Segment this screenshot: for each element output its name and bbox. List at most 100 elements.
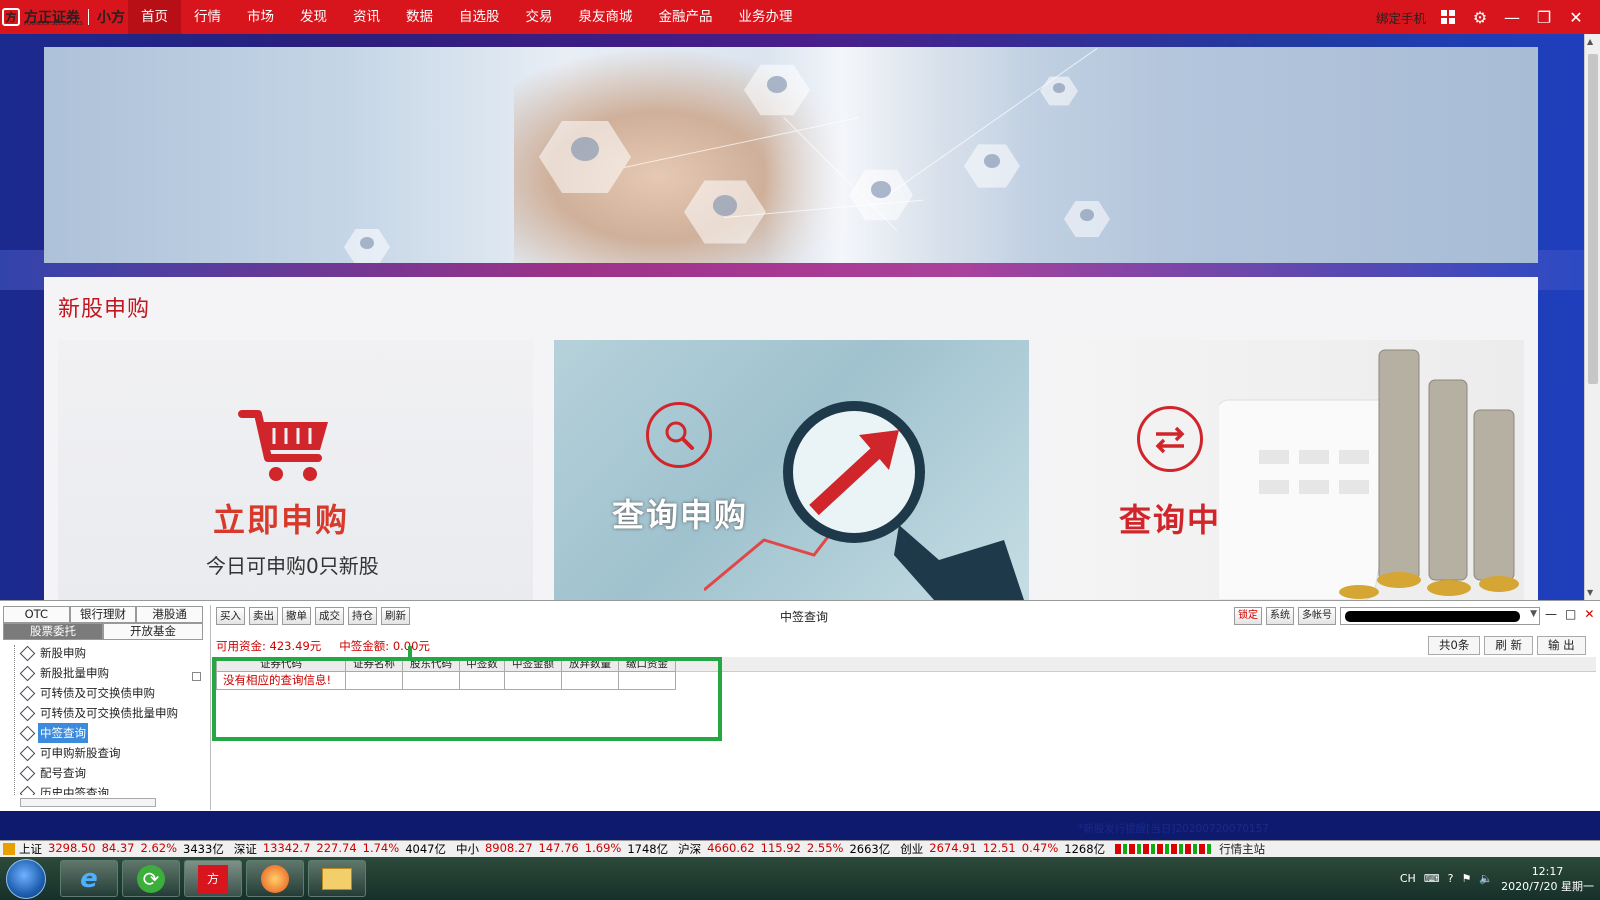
card-query-winning[interactable]: 查询中签 bbox=[1049, 340, 1524, 600]
browser-icon[interactable] bbox=[246, 860, 304, 897]
bind-phone-link[interactable]: 绑定手机 bbox=[1376, 8, 1426, 27]
positions-button[interactable]: 持仓 bbox=[348, 607, 377, 625]
deals-button[interactable]: 成交 bbox=[315, 607, 344, 625]
gear-icon[interactable]: ⚙ bbox=[1470, 7, 1490, 27]
start-button[interactable] bbox=[6, 859, 46, 899]
system-clock[interactable]: 12:17 2020/7/20 星期一 bbox=[1501, 864, 1594, 894]
nav-item-discover[interactable]: 发现 bbox=[287, 0, 340, 34]
cart-icon bbox=[238, 410, 328, 481]
ticker-item[interactable]: 深证 13342.7 227.74 1.74% 4047亿 bbox=[234, 841, 446, 857]
ipo-notice[interactable]: *新股发行提醒[当日]20200720070157 bbox=[1078, 821, 1269, 836]
server-status[interactable]: 行情主站 bbox=[1219, 841, 1265, 857]
clock-date: 2020/7/20 星期一 bbox=[1501, 879, 1594, 893]
tree-item-winning-query[interactable]: 中签查询 bbox=[6, 723, 190, 743]
tab-hk-connect[interactable]: 港股通 bbox=[136, 606, 204, 623]
tab-otc[interactable]: OTC bbox=[3, 606, 70, 623]
vertical-scrollbar[interactable]: ▲ ▼ bbox=[1584, 34, 1600, 600]
scroll-up-icon[interactable]: ▲ bbox=[1587, 37, 1593, 46]
chevron-down-icon[interactable]: ▼ bbox=[1530, 609, 1537, 619]
result-controls: 共0条 刷 新 输 出 bbox=[1428, 636, 1586, 655]
refresh-button[interactable]: 刷 新 bbox=[1484, 636, 1533, 655]
network-node-icon bbox=[344, 229, 390, 263]
nav-item-news[interactable]: 资讯 bbox=[340, 0, 393, 34]
main-nav: 首页 行情 市场 发现 资讯 数据 自选股 交易 泉友商城 金融产品 业务办理 bbox=[128, 0, 806, 34]
card-subscribe-now[interactable]: 立即申购 今日可申购0只新股 bbox=[58, 340, 533, 600]
nav-item-business[interactable]: 业务办理 bbox=[726, 0, 806, 34]
network-node-icon bbox=[1064, 201, 1110, 237]
refresh-app-icon[interactable]: ⟳ bbox=[122, 860, 180, 897]
winning-label: 中签金额: bbox=[339, 639, 390, 653]
multi-account-button[interactable]: 多帐号 bbox=[1298, 607, 1336, 625]
trade-toolbar: 买入 卖出 撤单 成交 持仓 刷新 bbox=[216, 607, 410, 625]
ticker-item[interactable]: 沪深 4660.62 115.92 2.55% 2663亿 bbox=[678, 841, 890, 857]
alert-icon[interactable] bbox=[3, 843, 15, 855]
scroll-thumb[interactable] bbox=[1588, 54, 1598, 384]
ticker-item[interactable]: 中小 8908.27 147.76 1.69% 1748亿 bbox=[456, 841, 668, 857]
tree-item-batch-subscribe[interactable]: 新股批量申购 bbox=[6, 663, 190, 683]
tab-open-fund[interactable]: 开放基金 bbox=[103, 623, 203, 640]
lock-button[interactable]: 锁定 bbox=[1234, 607, 1262, 625]
nav-item-watchlist[interactable]: 自选股 bbox=[446, 0, 513, 34]
nav-item-data[interactable]: 数据 bbox=[393, 0, 446, 34]
nav-item-trade[interactable]: 交易 bbox=[513, 0, 566, 34]
founder-app-icon[interactable]: 方 bbox=[184, 860, 242, 897]
tree-item-ipo-subscribe[interactable]: 新股申购 bbox=[6, 643, 190, 663]
hero-banner bbox=[44, 47, 1538, 263]
minimize-icon[interactable]: — bbox=[1545, 607, 1557, 621]
ticker-item[interactable]: 创业 2674.91 12.51 0.47% 1268亿 bbox=[900, 841, 1105, 857]
sell-button[interactable]: 卖出 bbox=[249, 607, 278, 625]
keyboard-icon[interactable]: ⌨ bbox=[1424, 872, 1440, 885]
tree-item-label: 新股申购 bbox=[40, 646, 86, 660]
tree-item-bond-batch-subscribe[interactable]: 可转债及可交换债批量申购 bbox=[6, 703, 190, 723]
language-indicator[interactable]: CH bbox=[1400, 872, 1416, 885]
coins-calculator-image bbox=[1219, 349, 1519, 600]
account-select[interactable]: ▼ bbox=[1340, 607, 1540, 625]
tab-bank-wealth[interactable]: 银行理财 bbox=[69, 606, 137, 623]
nav-item-quotes[interactable]: 行情 bbox=[181, 0, 234, 34]
top-right-controls: 绑定手机 ⚙ — ❐ ✕ bbox=[1376, 0, 1586, 34]
system-button[interactable]: 系统 bbox=[1266, 607, 1294, 625]
scroll-down-icon[interactable]: ▼ bbox=[1587, 588, 1593, 597]
trade-category-tabs: OTC 银行理财 港股通 股票委托 开放基金 bbox=[3, 606, 204, 640]
folder-icon[interactable] bbox=[308, 860, 366, 897]
close-icon[interactable]: ✕ bbox=[1584, 607, 1594, 621]
nav-item-products[interactable]: 金融产品 bbox=[646, 0, 726, 34]
card-query-subscription[interactable]: 查询申购 bbox=[554, 340, 1029, 600]
tree-node-icon bbox=[20, 786, 34, 795]
tab-stock-order[interactable]: 股票委托 bbox=[3, 623, 103, 640]
buy-button[interactable]: 买入 bbox=[216, 607, 245, 625]
maximize-icon[interactable]: □ bbox=[1565, 607, 1576, 621]
nav-item-mall[interactable]: 泉友商城 bbox=[566, 0, 646, 34]
ticker-item[interactable]: 上证 3298.50 84.37 2.62% 3433亿 bbox=[19, 841, 224, 857]
help-icon[interactable]: ? bbox=[1448, 872, 1454, 885]
tree-node-icon bbox=[20, 706, 34, 720]
minimize-icon[interactable]: — bbox=[1502, 7, 1522, 27]
pane-splitter[interactable] bbox=[210, 605, 211, 810]
ie-icon[interactable]: e bbox=[60, 860, 118, 897]
volume-icon[interactable]: 🔈 bbox=[1479, 872, 1493, 885]
tree-node-icon bbox=[20, 686, 34, 700]
tree-item-bond-subscribe[interactable]: 可转债及可交换债申购 bbox=[6, 683, 190, 703]
close-icon[interactable]: ✕ bbox=[1566, 7, 1586, 27]
available-value: 423.49元 bbox=[269, 639, 322, 653]
grid-icon[interactable] bbox=[1438, 7, 1458, 27]
nav-item-market[interactable]: 市场 bbox=[234, 0, 287, 34]
tree-item-history-winning-query[interactable]: 历史中签查询 bbox=[6, 783, 190, 795]
refresh-toolbar-button[interactable]: 刷新 bbox=[381, 607, 410, 625]
brand-logo: 方 方正证券 小方 FOUNDER SECURITIES bbox=[2, 6, 125, 28]
restore-icon[interactable]: ❐ bbox=[1534, 7, 1554, 27]
export-button[interactable]: 输 出 bbox=[1536, 636, 1586, 655]
function-tree: 新股申购 新股批量申购 可转债及可交换债申购 可转债及可交换债批量申购 中签查询… bbox=[6, 643, 190, 795]
network-icon[interactable]: ⚑ bbox=[1462, 872, 1472, 885]
tree-item-available-ipo-query[interactable]: 可申购新股查询 bbox=[6, 743, 190, 763]
tree-horizontal-scrollbar[interactable] bbox=[20, 798, 156, 807]
tree-item-label: 可转债及可交换债批量申购 bbox=[40, 706, 178, 720]
market-breadth-bars bbox=[1115, 844, 1212, 854]
tree-collapse-checkbox[interactable] bbox=[192, 672, 201, 681]
available-label: 可用资金: bbox=[216, 639, 266, 653]
cancel-order-button[interactable]: 撤单 bbox=[282, 607, 311, 625]
tree-node-icon bbox=[20, 666, 34, 680]
network-node-icon bbox=[1040, 76, 1078, 106]
nav-item-home[interactable]: 首页 bbox=[128, 0, 181, 34]
tree-item-allotment-query[interactable]: 配号查询 bbox=[6, 763, 190, 783]
